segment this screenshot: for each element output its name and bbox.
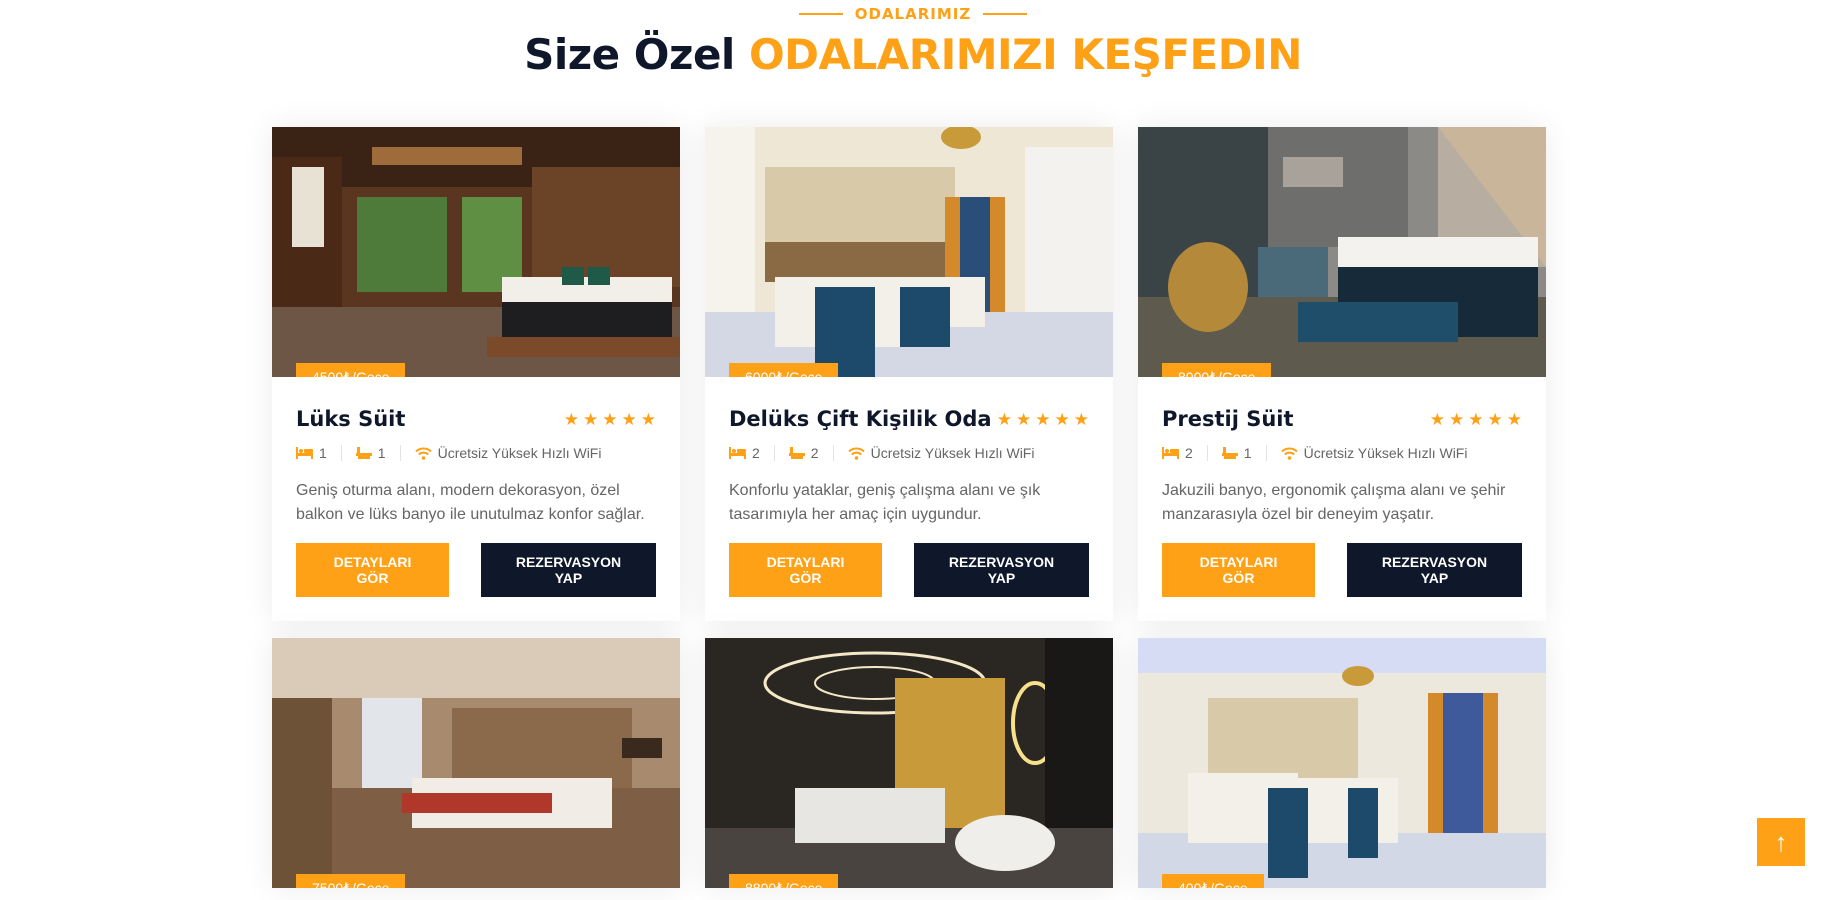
star-icon: ★: [1054, 409, 1070, 429]
star-icon: ★: [1035, 409, 1051, 429]
star-icon: ★: [640, 409, 656, 429]
wifi-feature: Ücretsiz Yüksek Hızlı WiFi: [1280, 445, 1482, 461]
room-features: 2 1 Ücretsiz Yüksek Hızlı WiFi: [1162, 445, 1522, 461]
bed-icon: [1162, 447, 1179, 459]
room-name: Delüks Çift Kişilik Oda: [729, 407, 992, 431]
details-button[interactable]: DETAYLARI GÖR: [729, 543, 882, 597]
room-card-1: 4500₺/Gece Lüks Süit ★ ★ ★ ★ ★ 1 1 Ücret…: [272, 127, 680, 621]
arrow-up-icon: ↑: [1774, 826, 1788, 857]
room-description: Geniş oturma alanı, modern dekorasyon, ö…: [296, 482, 645, 523]
book-button[interactable]: REZERVASYON YAP: [914, 543, 1089, 597]
details-button[interactable]: DETAYLARI GÖR: [1162, 543, 1315, 597]
section-title: Size Özel ODALARIMIZI KEŞFEDIN: [0, 30, 1826, 79]
room-features: 2 2 Ücretsiz Yüksek Hızlı WiFi: [729, 445, 1089, 461]
room-image: 8800₺/Gece: [705, 638, 1113, 888]
section-subtitle: ODALARIMIZ: [0, 5, 1826, 23]
room-name: Lüks Süit: [296, 407, 406, 431]
star-icon: ★: [1429, 409, 1445, 429]
room-image: 400₺/Gece: [1138, 638, 1546, 888]
subtitle-line-right: [983, 13, 1028, 15]
room-price: 4500₺/Gece: [296, 363, 406, 377]
bed-icon: [729, 447, 746, 459]
room-image: 8000₺/Gece: [1138, 127, 1546, 377]
room-card-body: Prestij Süit ★ ★ ★ ★ ★ 2 1 Ücretsiz Yüks…: [1138, 377, 1546, 621]
room-card-5: 8800₺/Gece: [705, 638, 1113, 888]
bed-icon: [296, 447, 313, 459]
wifi-icon: [414, 447, 432, 460]
title-part-2: ODALARIMIZI KEŞFEDIN: [748, 30, 1302, 79]
room-rating: ★ ★ ★ ★ ★: [997, 411, 1089, 428]
book-button[interactable]: REZERVASYON YAP: [1347, 543, 1522, 597]
room-card-body: Lüks Süit ★ ★ ★ ★ ★ 1 1 Ücretsiz Yüksek …: [272, 377, 680, 621]
wifi-feature: Ücretsiz Yüksek Hızlı WiFi: [847, 445, 1049, 461]
bed-count-value: 1: [319, 445, 327, 461]
bath-count: 2: [788, 445, 834, 461]
bed-count: 2: [1162, 445, 1208, 461]
room-description: Jakuzili banyo, ergonomik çalışma alanı …: [1162, 482, 1506, 523]
room-name: Prestij Süit: [1162, 407, 1294, 431]
bed-count: 2: [729, 445, 775, 461]
bath-count-value: 1: [1243, 445, 1252, 461]
room-features: 1 1 Ücretsiz Yüksek Hızlı WiFi: [296, 445, 656, 461]
book-button[interactable]: REZERVASYON YAP: [481, 543, 656, 597]
bed-count-value: 2: [1185, 445, 1193, 461]
room-price: 400₺/Gece: [1162, 874, 1264, 888]
room-price: 8800₺/Gece: [729, 874, 839, 888]
back-to-top-button[interactable]: ↑: [1757, 818, 1805, 866]
subtitle-line-left: [798, 13, 843, 15]
bath-count-value: 1: [377, 445, 386, 461]
wifi-icon: [1280, 447, 1298, 460]
room-card-4: 7500₺/Gece: [272, 638, 680, 888]
star-icon: ★: [583, 409, 599, 429]
room-price: 7500₺/Gece: [296, 874, 406, 888]
room-card-3: 8000₺/Gece Prestij Süit ★ ★ ★ ★ ★ 2 1 Üc…: [1138, 127, 1546, 621]
room-card-body: Delüks Çift Kişilik Oda ★ ★ ★ ★ ★ 2 2 Üc…: [705, 377, 1113, 621]
star-icon: ★: [1468, 409, 1484, 429]
wifi-label: Ücretsiz Yüksek Hızlı WiFi: [1303, 445, 1468, 461]
room-rating: ★ ★ ★ ★ ★: [1430, 411, 1522, 428]
bath-icon: [355, 446, 372, 460]
bed-count: 1: [296, 445, 342, 461]
bath-count: 1: [355, 445, 401, 461]
details-button[interactable]: DETAYLARI GÖR: [296, 543, 449, 597]
star-icon: ★: [621, 409, 637, 429]
bath-count: 1: [1221, 445, 1267, 461]
title-part-1: Size Özel: [524, 30, 735, 79]
wifi-feature: Ücretsiz Yüksek Hızlı WiFi: [414, 445, 616, 461]
room-description: Konforlu yataklar, geniş çalışma alanı v…: [729, 482, 1041, 523]
room-rating: ★ ★ ★ ★ ★: [564, 411, 656, 428]
room-image: 7500₺/Gece: [272, 638, 680, 888]
star-icon: ★: [1487, 409, 1503, 429]
star-icon: ★: [1016, 409, 1032, 429]
wifi-label: Ücretsiz Yüksek Hızlı WiFi: [870, 445, 1035, 461]
star-icon: ★: [563, 409, 579, 429]
room-price: 8000₺/Gece: [1162, 363, 1272, 377]
room-image: 6000₺/Gece: [705, 127, 1113, 377]
bath-count-value: 2: [810, 445, 819, 461]
room-card-2: 6000₺/Gece Delüks Çift Kişilik Oda ★ ★ ★…: [705, 127, 1113, 621]
wifi-label: Ücretsiz Yüksek Hızlı WiFi: [437, 445, 602, 461]
room-price: 6000₺/Gece: [729, 363, 839, 377]
star-icon: ★: [1506, 409, 1522, 429]
bed-count-value: 2: [752, 445, 760, 461]
star-icon: ★: [1449, 409, 1465, 429]
wifi-icon: [847, 447, 865, 460]
room-card-6: 400₺/Gece: [1138, 638, 1546, 888]
subtitle-text: ODALARIMIZ: [854, 5, 972, 23]
star-icon: ★: [996, 409, 1012, 429]
star-icon: ★: [1073, 409, 1089, 429]
star-icon: ★: [602, 409, 618, 429]
bath-icon: [788, 446, 805, 460]
bath-icon: [1221, 446, 1238, 460]
room-image: 4500₺/Gece: [272, 127, 680, 377]
